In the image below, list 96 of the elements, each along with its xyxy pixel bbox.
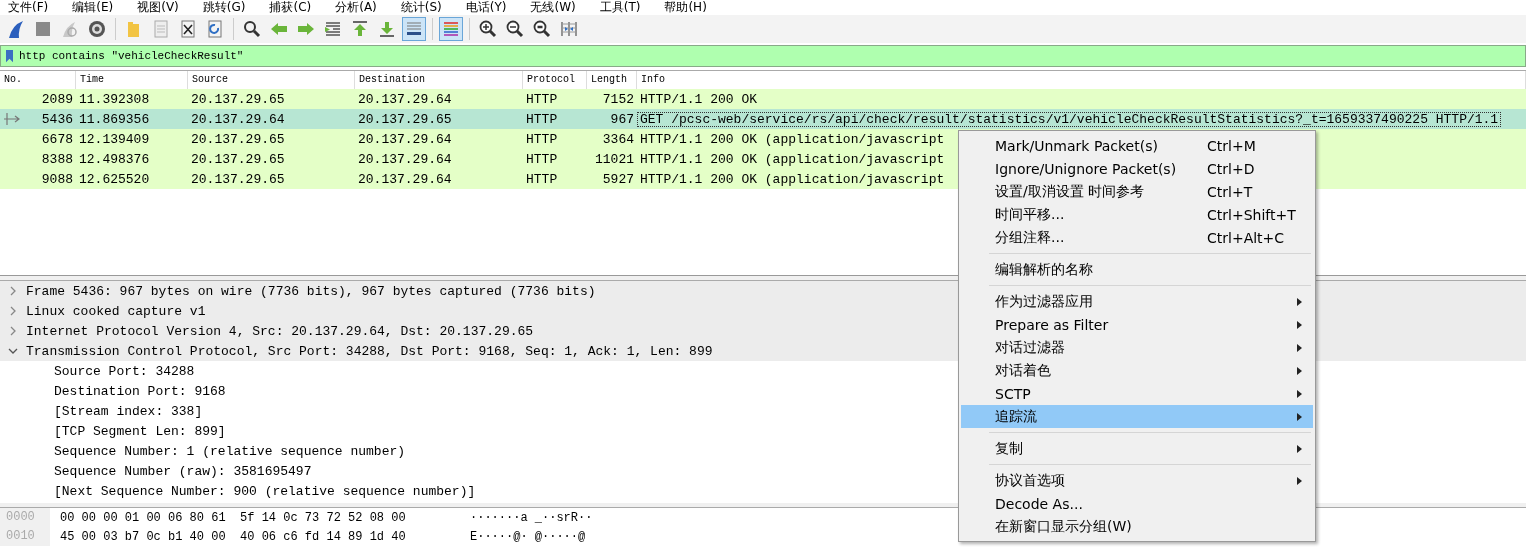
tree-label: Frame 5436: 967 bytes on wire (7736 bits), 967 bytes captured (7736 bits): [26, 283, 596, 299]
context-menu-item[interactable]: 时间平移... Ctrl+Shift+T: [961, 203, 1313, 226]
collapsed-caret-icon[interactable]: [8, 326, 18, 336]
tree-item[interactable]: [Stream index: 338]: [54, 403, 203, 419]
restart-icon: [60, 19, 80, 39]
tree-item[interactable]: [Next Sequence Number: 900 (relative sequence number)]: [54, 483, 476, 499]
menu-item[interactable]: 跳转(G): [202, 0, 246, 15]
table-cell-text: 12.498376: [78, 151, 151, 167]
menu-item[interactable]: 无线(W): [530, 0, 576, 15]
menu-item[interactable]: 工具(T): [599, 0, 641, 15]
table-cell-text: HTTP/1.1 200 OK (application/javascript: [639, 171, 946, 187]
table-cell-text: 20.137.29.64: [357, 171, 453, 187]
tree-label: Internet Protocol Version 4, Src: 20.137.29.64, Dst: 20.137.29.65: [26, 323, 534, 339]
table-cell-text: 20.137.29.64: [357, 91, 453, 107]
table-cell-text: 7152: [601, 91, 635, 107]
table-cell-text: 12.139409: [78, 131, 151, 147]
go-to-packet-icon: [323, 19, 343, 39]
tree-item[interactable]: Sequence Number (raw): 3581695497: [54, 463, 312, 479]
context-menu-item[interactable]: 对话着色: [961, 359, 1313, 382]
shark-fin-icon: [6, 19, 26, 39]
table-cell: GET /pcsc-web/service/rs/api/check/result/statistics/v1/vehicleCheckResultStatistics?_t=1659337490225 HTTP/1.1: [637, 111, 1502, 127]
tree-item[interactable]: Destination Port: 9168: [54, 383, 226, 399]
table-cell-text: 20.137.29.65: [357, 111, 453, 127]
resize-columns-icon: [559, 19, 579, 39]
tree-label: Linux cooked capture v1: [26, 303, 206, 319]
table-cell-text: HTTP/1.1 200 OK: [639, 91, 759, 107]
table-cell-text: HTTP: [525, 111, 559, 127]
packet-row[interactable]: 2089 11.392308 20.137.29.65 20.137.29.64 HTTP 7152 HTTP/1.1 200 OK: [0, 89, 1526, 109]
table-cell-text: 20.137.29.65: [190, 171, 286, 187]
context-menu-item[interactable]: Decode As...: [961, 492, 1313, 515]
down-arrow-icon: [377, 19, 397, 39]
table-cell-text: 20.137.29.64: [357, 131, 453, 147]
zoom-out-icon: [505, 19, 525, 39]
table-cell-text: 11.392308: [78, 91, 151, 107]
table-cell-text: 5927: [601, 171, 635, 187]
toolbar-button[interactable]: [402, 17, 426, 41]
expanded-caret-icon[interactable]: [8, 346, 18, 356]
menu-item[interactable]: 统计(S): [400, 0, 442, 15]
colorize-icon: [441, 19, 461, 39]
context-menu-item[interactable]: 复制: [961, 437, 1313, 460]
table-cell-text: 11.869356: [78, 111, 151, 127]
document-icon: [151, 19, 171, 39]
hex-bytes: 45 00 03 b7 0c b1 40 00 40 06 c6 fd 14 89 1d 40: [60, 529, 407, 544]
table-cell-text: 20.137.29.64: [357, 151, 453, 167]
hex-offset: 0010: [0, 527, 50, 546]
table-cell-text: HTTP: [525, 151, 559, 167]
table-cell-text: HTTP: [525, 171, 559, 187]
menu-item[interactable]: 编辑(E): [72, 0, 114, 15]
tree-item[interactable]: Sequence Number: 1 (relative sequence number): [54, 443, 406, 459]
context-menu-item[interactable]: 在新窗口显示分组(W): [961, 515, 1313, 538]
menu-item[interactable]: 文件(F): [8, 0, 49, 15]
table-cell-text: 20.137.29.65: [190, 91, 286, 107]
table-cell-text: 12.625520: [78, 171, 151, 187]
context-menu-item[interactable]: 追踪流: [961, 405, 1313, 428]
menu-item[interactable]: 分析(A): [335, 0, 377, 15]
menu-item[interactable]: 视图(V): [137, 0, 179, 15]
menu-item[interactable]: 电话(Y): [465, 0, 507, 15]
table-cell-text: 3364: [601, 131, 635, 147]
table-cell-text: 20.137.29.65: [190, 151, 286, 167]
table-cell-text: 11021: [594, 151, 635, 167]
collapsed-caret-icon[interactable]: [8, 306, 18, 316]
context-menu-item[interactable]: 编辑解析的名称: [961, 258, 1313, 281]
table-cell-text: HTTP/1.1 200 OK (application/javascript: [639, 151, 946, 167]
hex-offset: 0000: [0, 508, 50, 527]
table-cell: 8388: [41, 151, 73, 167]
tree-label: Transmission Control Protocol, Src Port: 34288, Dst Port: 9168, Seq: 1, Ack: 1, Len: 899: [26, 343, 713, 359]
stop-icon: [33, 19, 53, 39]
table-cell-text: HTTP: [525, 91, 559, 107]
table-cell-text: 20.137.29.64: [190, 111, 286, 127]
ascii-dump: E·····@· @·····@: [470, 529, 586, 544]
table-cell-text: HTTP/1.1 200 OK (application/javascript: [639, 131, 946, 147]
zoom-reset-icon: [532, 19, 552, 39]
tree-item[interactable]: Source Port: 34288: [54, 363, 195, 379]
up-arrow-icon: [350, 19, 370, 39]
reload-icon: [205, 19, 225, 39]
table-cell: 5436: [41, 111, 73, 127]
ascii-dump: ·······a _··srR··: [470, 510, 593, 525]
settings-icon: [87, 19, 107, 39]
context-menu-item[interactable]: 协议首选项: [961, 469, 1313, 492]
context-menu-item[interactable]: SCTP: [961, 382, 1313, 405]
hex-bytes: 00 00 00 01 00 06 80 61 5f 14 0c 73 72 52 08 00: [60, 510, 407, 525]
table-cell-text: HTTP: [525, 131, 559, 147]
table-cell-text: 20.137.29.65: [190, 131, 286, 147]
table-cell: 9088: [41, 171, 73, 187]
tree-item[interactable]: [TCP Segment Len: 899]: [54, 423, 226, 439]
close-file-icon: [178, 19, 198, 39]
table-cell: 2089: [41, 91, 73, 107]
menu-item[interactable]: 捕获(C): [269, 0, 312, 15]
menu-item[interactable]: 帮助(H): [664, 0, 707, 15]
zoom-in-icon: [478, 19, 498, 39]
search-icon: [242, 19, 262, 39]
table-cell-text: 967: [609, 111, 635, 127]
collapsed-caret-icon[interactable]: [8, 286, 18, 296]
context-menu-item[interactable]: 分组注释... Ctrl+Alt+C: [961, 226, 1313, 249]
table-cell: 6678: [41, 131, 73, 147]
packet-row[interactable]: 5436 11.869356 20.137.29.64 20.137.29.65 HTTP 967 GET /pcsc-web/service/rs/api/check/result/statistics/v1/vehicleCheckResultStatistics?_t=1659337490225 HTTP/1.1: [0, 109, 1526, 129]
